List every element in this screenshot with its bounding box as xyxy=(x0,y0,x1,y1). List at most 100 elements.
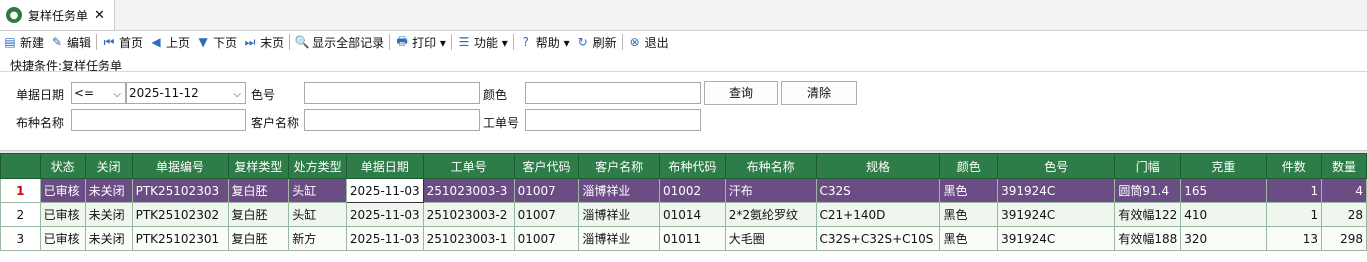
table-cell[interactable]: 01007 xyxy=(513,178,580,203)
table-cell[interactable]: 已审核 xyxy=(39,226,86,251)
table-cell[interactable]: 01007 xyxy=(513,202,580,227)
table-cell[interactable]: 大毛圈 xyxy=(724,226,817,251)
table-cell[interactable]: 未关闭 xyxy=(84,226,133,251)
column-header[interactable]: 状态 xyxy=(39,153,86,179)
row-number[interactable]: 2 xyxy=(0,202,41,227)
column-header[interactable]: 数量 xyxy=(1321,153,1367,179)
fabric-name-input[interactable] xyxy=(71,109,246,131)
table-cell[interactable]: 410 xyxy=(1180,202,1267,227)
date-picker[interactable]: 2025-11-12 ⌵ xyxy=(126,82,246,104)
table-cell[interactable]: 2025-11-03 xyxy=(345,226,424,251)
column-header[interactable]: 工单号 xyxy=(422,153,515,179)
last-page-button[interactable]: ⏭ 末页 xyxy=(240,31,287,53)
table-cell[interactable]: 251023003-3 xyxy=(422,178,515,203)
table-cell[interactable]: 圆筒91.4 xyxy=(1114,178,1182,203)
column-header[interactable]: 关闭 xyxy=(84,153,133,179)
customer-name-input[interactable] xyxy=(304,109,480,131)
table-cell[interactable]: 2025-11-03 xyxy=(345,202,424,227)
table-cell[interactable]: 391924C xyxy=(997,202,1116,227)
table-cell[interactable]: 黑色 xyxy=(939,178,999,203)
column-header[interactable]: 颜色 xyxy=(939,153,999,179)
table-cell[interactable]: PTK25102302 xyxy=(131,202,229,227)
table-cell[interactable]: 已审核 xyxy=(39,202,86,227)
table-cell[interactable]: 165 xyxy=(1180,178,1267,203)
table-cell[interactable]: 251023003-1 xyxy=(422,226,515,251)
table-row[interactable]: 3 已审核 未关闭 PTK25102301 复白胚 新方 2025-11-03 2510230… xyxy=(0,226,1367,251)
column-header[interactable]: 客户代码 xyxy=(513,153,580,179)
table-cell[interactable]: C21+140D xyxy=(815,202,941,227)
table-cell[interactable]: 新方 xyxy=(288,226,347,251)
table-cell[interactable]: 未关闭 xyxy=(84,202,133,227)
next-page-button[interactable]: ▼ 下页 xyxy=(193,31,240,53)
table-cell[interactable]: 391924C xyxy=(997,178,1116,203)
table-cell[interactable]: 320 xyxy=(1180,226,1267,251)
row-number[interactable]: 1 xyxy=(0,178,41,203)
table-cell[interactable]: 2*2氨纶罗纹 xyxy=(724,202,817,227)
first-page-button[interactable]: ⏮ 首页 xyxy=(99,31,146,53)
tab-resample-task[interactable]: ● 复样任务单 ✕ xyxy=(0,0,115,30)
table-cell[interactable]: 淄博祥业 xyxy=(578,178,660,203)
show-all-button[interactable]: 🔍 显示全部记录 xyxy=(292,31,387,53)
new-button[interactable]: ▤ 新建 xyxy=(0,31,47,53)
table-cell[interactable]: 有效幅188 xyxy=(1114,226,1182,251)
table-cell[interactable]: 淄博祥业 xyxy=(578,202,660,227)
prev-page-button[interactable]: ◀ 上页 xyxy=(146,31,193,53)
table-cell[interactable]: C32S+C32S+C10S xyxy=(815,226,941,251)
table-cell[interactable]: PTK25102301 xyxy=(131,226,229,251)
table-cell[interactable]: C32S xyxy=(815,178,941,203)
color-input[interactable] xyxy=(525,82,701,104)
column-header[interactable]: 单据日期 xyxy=(345,153,424,179)
table-cell[interactable]: 2025-11-03 xyxy=(345,178,424,203)
column-header[interactable]: 规格 xyxy=(815,153,941,179)
table-cell[interactable]: 黑色 xyxy=(939,226,999,251)
table-cell[interactable]: 已审核 xyxy=(39,178,86,203)
table-cell[interactable]: 汗布 xyxy=(724,178,817,203)
help-button[interactable]: ? 帮助 ▾ xyxy=(516,31,573,53)
table-cell[interactable]: 298 xyxy=(1321,226,1367,251)
table-cell[interactable]: 01007 xyxy=(513,226,580,251)
column-header[interactable]: 门幅 xyxy=(1114,153,1182,179)
column-header[interactable]: 单据编号 xyxy=(131,153,229,179)
search-button[interactable]: 查询 xyxy=(704,81,778,105)
table-cell[interactable]: 1 xyxy=(1265,178,1323,203)
row-number[interactable]: 3 xyxy=(0,226,41,251)
table-cell[interactable]: 有效幅122 xyxy=(1114,202,1182,227)
table-cell[interactable]: 复白胚 xyxy=(227,178,290,203)
table-cell[interactable]: 01002 xyxy=(659,178,726,203)
close-icon[interactable]: ✕ xyxy=(94,8,105,23)
color-no-input[interactable] xyxy=(304,82,480,104)
date-operator-select[interactable]: <= ⌵ xyxy=(71,82,126,104)
table-cell[interactable]: PTK25102303 xyxy=(131,178,229,203)
table-cell[interactable]: 未关闭 xyxy=(84,178,133,203)
table-cell[interactable]: 复白胚 xyxy=(227,226,290,251)
table-cell[interactable]: 头缸 xyxy=(288,202,347,227)
table-cell[interactable]: 复白胚 xyxy=(227,202,290,227)
column-header[interactable]: 克重 xyxy=(1180,153,1267,179)
clear-button[interactable]: 清除 xyxy=(781,81,857,105)
table-cell[interactable]: 头缸 xyxy=(288,178,347,203)
column-header[interactable]: 客户名称 xyxy=(578,153,660,179)
table-cell[interactable]: 1 xyxy=(1265,202,1323,227)
column-header[interactable]: 处方类型 xyxy=(288,153,347,179)
table-cell[interactable]: 13 xyxy=(1265,226,1323,251)
table-cell[interactable]: 391924C xyxy=(997,226,1116,251)
table-cell[interactable]: 黑色 xyxy=(939,202,999,227)
table-row[interactable]: 1 已审核 未关闭 PTK25102303 复白胚 头缸 2025-11-03 2510230… xyxy=(0,178,1367,203)
column-header[interactable]: 件数 xyxy=(1265,153,1323,179)
row-number-header[interactable] xyxy=(0,153,41,179)
exit-button[interactable]: ⊗ 退出 xyxy=(625,31,672,53)
column-header[interactable]: 布种名称 xyxy=(724,153,817,179)
column-header[interactable]: 复样类型 xyxy=(227,153,290,179)
table-cell[interactable]: 28 xyxy=(1321,202,1367,227)
table-cell[interactable]: 01014 xyxy=(659,202,726,227)
functions-button[interactable]: ☰ 功能 ▾ xyxy=(454,31,511,53)
table-cell[interactable]: 4 xyxy=(1321,178,1367,203)
refresh-button[interactable]: ↻ 刷新 xyxy=(573,31,620,53)
table-cell[interactable]: 01011 xyxy=(659,226,726,251)
edit-button[interactable]: ✎ 编辑 xyxy=(47,31,94,53)
table-cell[interactable]: 淄博祥业 xyxy=(578,226,660,251)
table-row[interactable]: 2 已审核 未关闭 PTK25102302 复白胚 头缸 2025-11-03 2510230… xyxy=(0,202,1367,227)
column-header[interactable]: 布种代码 xyxy=(659,153,726,179)
column-header[interactable]: 色号 xyxy=(997,153,1116,179)
print-button[interactable]: 🖶 打印 ▾ xyxy=(392,31,449,53)
